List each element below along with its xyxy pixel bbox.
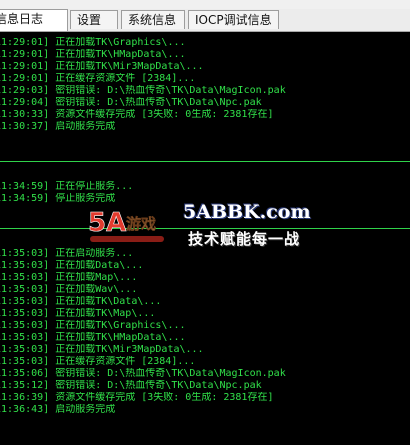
- log-line: 11:35:03] 正在加载TK\Mir3MapData\...: [0, 344, 204, 355]
- log-line: 11:35:03] 正在加载TK\HMapData\...: [0, 332, 186, 343]
- tab-settings[interactable]: 设置: [70, 10, 118, 29]
- log-divider: [0, 228, 410, 229]
- log-line: 11:35:03] 正在加载Data\...: [0, 260, 144, 271]
- log-line: 11:29:04] 密钥错误: D:\热血传奇\TK\Data\Npc.pak: [0, 97, 262, 108]
- tab-bar: 信息日志 设置 系统信息 IOCP调试信息: [0, 9, 410, 32]
- log-panel[interactable]: 11:29:01] 正在加载TK\Graphics\... 11:29:01] …: [0, 37, 410, 445]
- log-line: 11:35:03] 正在加载Map\...: [0, 272, 138, 283]
- log-line: 11:29:01] 正在加载TK\Graphics\...: [0, 37, 186, 48]
- log-line: 11:35:03] 正在加载Wav\...: [0, 284, 138, 295]
- log-line: 11:35:03] 正在加载TK\Map\...: [0, 308, 156, 319]
- log-divider: [0, 161, 410, 162]
- log-line: 11:35:06] 密钥错误: D:\热血传奇\TK\Data\MagIcon.…: [0, 368, 286, 379]
- log-line: 11:30:37] 启动服务完成: [0, 121, 116, 132]
- log-line: 11:29:01] 正在缓存资源文件 [2384]...: [0, 73, 196, 84]
- log-line: 11:35:03] 正在缓存资源文件 [2384]...: [0, 356, 196, 367]
- tab-info-log[interactable]: 信息日志: [0, 9, 68, 31]
- log-line: 11:29:01] 正在加载TK\HMapData\...: [0, 49, 186, 60]
- tab-system-info[interactable]: 系统信息: [121, 10, 185, 29]
- log-line: 11:34:59] 停止服务完成: [0, 193, 116, 204]
- log-line: 11:35:12] 密钥错误: D:\热血传奇\TK\Data\Npc.pak: [0, 380, 262, 391]
- log-line: 11:35:03] 正在加载TK\Graphics\...: [0, 320, 186, 331]
- log-line: 11:36:39] 资源文件缓存完成 [3失败: 0生成: 2381存在]: [0, 392, 274, 403]
- log-block-startup-2: 11:35:03] 正在启动服务... 11:35:03] 正在加载Data\.…: [0, 248, 286, 416]
- log-block-startup-1: 11:29:01] 正在加载TK\Graphics\... 11:29:01] …: [0, 37, 286, 133]
- log-line: 11:36:43] 启动服务完成: [0, 404, 116, 415]
- log-line: 11:35:03] 正在启动服务...: [0, 248, 134, 259]
- log-block-stop: 11:34:59] 正在停止服务... 11:34:59] 停止服务完成: [0, 181, 133, 205]
- log-line: 11:29:03] 密钥错误: D:\热血传奇\TK\Data\MagIcon.…: [0, 85, 286, 96]
- log-line: 11:29:01] 正在加载TK\Mir3MapData\...: [0, 61, 204, 72]
- log-line: 11:30:33] 资源文件缓存完成 [3失败: 0生成: 2381存在]: [0, 109, 274, 120]
- tab-iocp-debug[interactable]: IOCP调试信息: [188, 10, 279, 29]
- log-line: 11:34:59] 正在停止服务...: [0, 181, 134, 192]
- log-line: 11:35:03] 正在加载TK\Data\...: [0, 296, 162, 307]
